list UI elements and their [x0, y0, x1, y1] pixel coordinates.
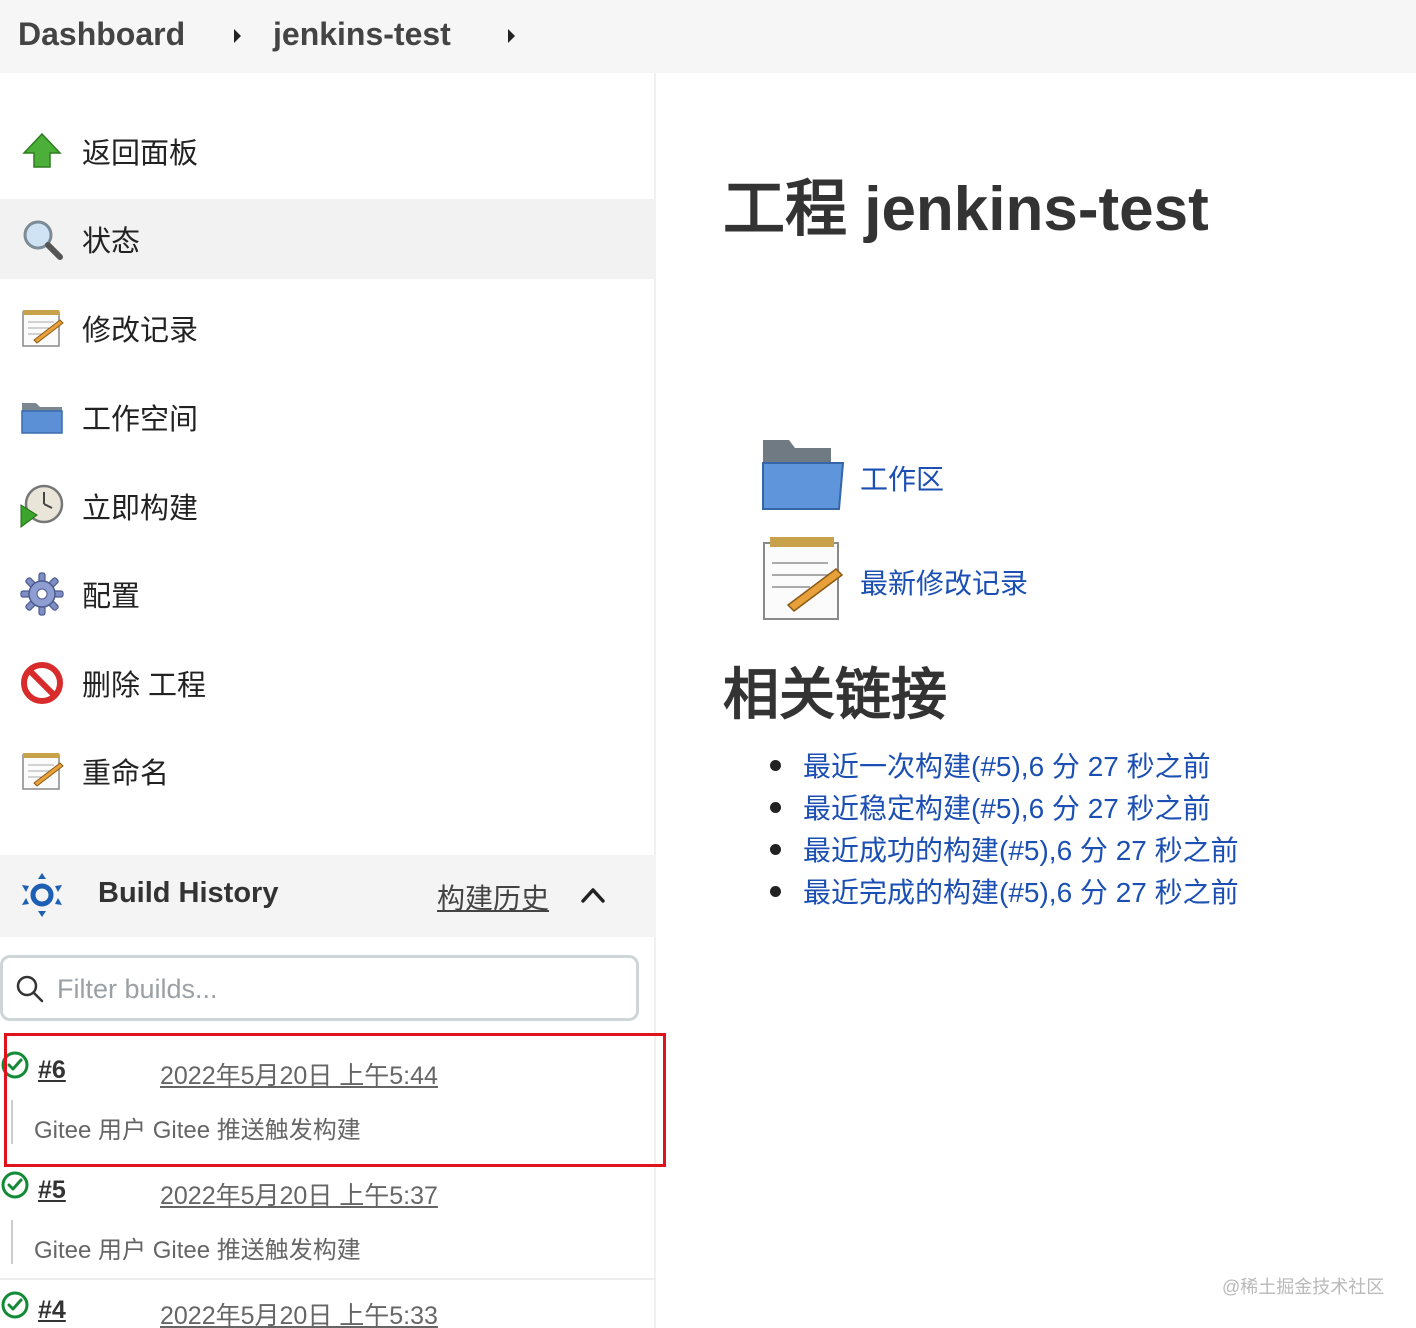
chevron-up-icon[interactable] [580, 885, 606, 905]
search-icon [15, 974, 45, 1004]
divider [0, 1278, 656, 1280]
build-number-link[interactable]: #4 [38, 1296, 66, 1325]
sidebar-item-delete-project[interactable]: 删除 工程 [0, 643, 656, 723]
build-description: Gitee 用户 Gitee 推送触发构建 [34, 1237, 361, 1264]
notepad-icon [18, 747, 66, 795]
up-arrow-icon [18, 127, 66, 175]
build-history-icon [20, 873, 64, 917]
breadcrumb-separator-icon[interactable] [234, 29, 241, 43]
related-links-heading: 相关链接 [723, 663, 947, 726]
watermark: @稀土掘金技术社区 [1222, 1277, 1385, 1297]
sidebar-item-back-to-dashboard[interactable]: 返回面板 [0, 111, 656, 191]
gear-icon [18, 570, 66, 618]
sidebar-item-configure[interactable]: 配置 [0, 554, 656, 634]
filter-builds-field [0, 955, 639, 1021]
page-title: 工程 jenkins-test [723, 175, 1209, 244]
build-number-link[interactable]: #5 [38, 1176, 66, 1205]
sidebar-item-label: 立即构建 [82, 493, 199, 525]
sidebar-item-label: 重命名 [82, 758, 170, 790]
magnifier-icon [18, 215, 66, 263]
no-entry-icon [18, 659, 66, 707]
build-date-link[interactable]: 2022年5月20日 上午5:37 [160, 1176, 438, 1212]
success-check-icon [0, 1170, 30, 1200]
related-link[interactable]: 最近一次构建(#5),6 分 27 秒之前 [803, 751, 1211, 782]
related-link[interactable]: 最近成功的构建(#5),6 分 27 秒之前 [803, 835, 1239, 866]
build-history-title: Build History [98, 877, 279, 909]
success-check-icon [0, 1290, 30, 1320]
related-links-list: 最近一次构建(#5),6 分 27 秒之前 最近稳定构建(#5),6 分 27 … [770, 745, 1239, 913]
notepad-icon[interactable] [760, 533, 846, 623]
breadcrumb-job[interactable]: jenkins-test [273, 16, 451, 53]
build-date-link[interactable]: 2022年5月20日 上午5:33 [160, 1296, 438, 1328]
build-history-header: Build History 构建历史 [0, 855, 656, 937]
workspace-link[interactable]: 工作区 [860, 458, 944, 498]
build-row[interactable]: #4 2022年5月20日 上午5:33 [0, 1288, 656, 1328]
breadcrumb-dashboard[interactable]: Dashboard [18, 16, 185, 53]
build-history-trend-link[interactable]: 构建历史 [437, 877, 549, 917]
sidebar-item-label: 状态 [82, 226, 141, 258]
list-item: 最近完成的构建(#5),6 分 27 秒之前 [770, 871, 1239, 913]
recent-changes-link[interactable]: 最新修改记录 [860, 562, 1028, 602]
breadcrumb: Dashboard jenkins-test [0, 0, 1416, 73]
sidebar-item-status[interactable]: 状态 [0, 199, 656, 279]
notepad-icon [18, 304, 66, 352]
list-item: 最近一次构建(#5),6 分 27 秒之前 [770, 745, 1239, 787]
build-description-bar [11, 1220, 13, 1264]
folder-icon [18, 393, 66, 441]
breadcrumb-separator-icon[interactable] [508, 29, 515, 43]
sidebar-item-label: 修改记录 [82, 315, 199, 347]
sidebar-item-label: 删除 工程 [82, 670, 207, 702]
sidebar-item-label: 配置 [82, 581, 141, 613]
clock-play-icon [18, 482, 66, 530]
related-link[interactable]: 最近稳定构建(#5),6 分 27 秒之前 [803, 793, 1211, 824]
sidebar-item-changes[interactable]: 修改记录 [0, 288, 656, 368]
sidebar-item-label: 返回面板 [82, 138, 199, 170]
list-item: 最近成功的构建(#5),6 分 27 秒之前 [770, 829, 1239, 871]
filter-builds-input[interactable] [57, 970, 617, 1008]
sidebar-item-rename[interactable]: 重命名 [0, 731, 656, 811]
build-row[interactable]: #5 2022年5月20日 上午5:37 Gitee 用户 Gitee 推送触发… [0, 1168, 656, 1286]
highlight-box [4, 1033, 666, 1167]
sidebar-item-label: 工作空间 [82, 404, 199, 436]
list-item: 最近稳定构建(#5),6 分 27 秒之前 [770, 787, 1239, 829]
sidebar-item-build-now[interactable]: 立即构建 [0, 466, 656, 546]
related-link[interactable]: 最近完成的构建(#5),6 分 27 秒之前 [803, 877, 1239, 908]
sidebar-item-workspace[interactable]: 工作空间 [0, 377, 656, 457]
workspace-folder-icon[interactable] [760, 437, 846, 515]
